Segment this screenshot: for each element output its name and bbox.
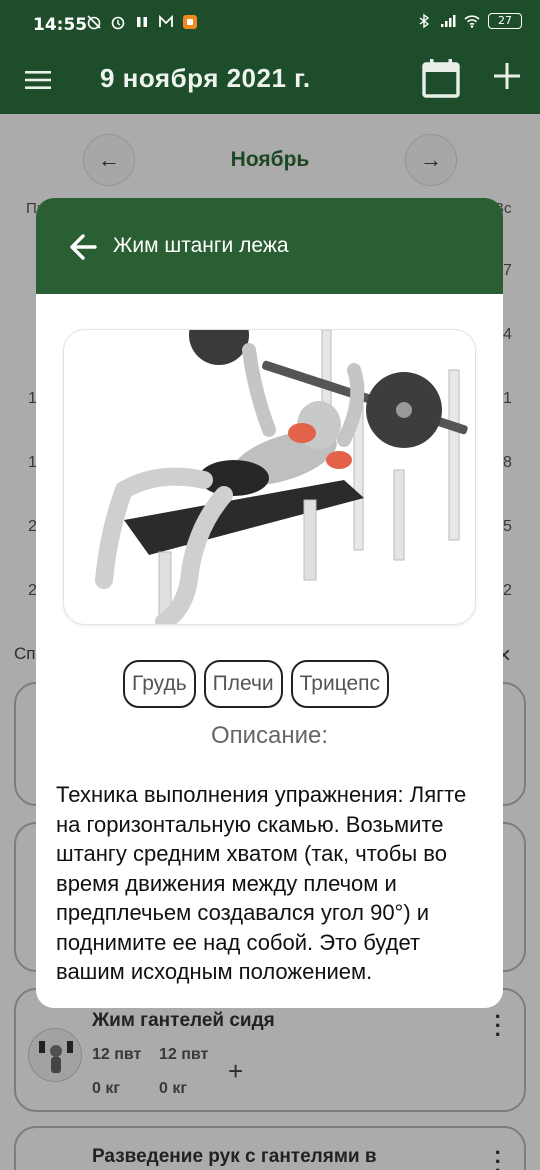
- bluetooth-icon: [419, 13, 430, 29]
- dialog-title: Жим штанги лежа: [113, 234, 289, 257]
- exercise-dialog: Жим штанги лежа Грудь Плечи Трицепс Опис…: [36, 198, 503, 1008]
- pause-icon: [137, 17, 147, 27]
- bench-press-illustration: [95, 330, 468, 624]
- mail-icon: [159, 14, 173, 27]
- app-title: 9 ноября 2021 г.: [100, 63, 311, 93]
- alarm-off-icon: [87, 15, 101, 30]
- description-label: Описание:: [210, 722, 329, 749]
- description-text: Техника выполнения упражнения: Лягте на …: [56, 782, 467, 984]
- status-bar: 14:55 27: [0, 0, 540, 48]
- app-notification-icon: [183, 15, 197, 29]
- tag-chest[interactable]: Грудь: [123, 660, 196, 708]
- status-time: 14:55: [33, 15, 88, 35]
- signal-icon: [441, 15, 456, 27]
- exercise-image: [63, 329, 476, 625]
- muscle-tags: Грудь Плечи Трицепс: [123, 660, 390, 708]
- tag-shoulders[interactable]: Плечи: [203, 660, 283, 708]
- battery-icon: 27: [488, 13, 522, 29]
- arrow-back-icon[interactable]: [68, 232, 98, 262]
- app-bar: 9 ноября 2021 г.: [0, 48, 540, 114]
- system-icons: 27: [416, 13, 522, 29]
- tag-triceps[interactable]: Трицепс: [290, 660, 390, 708]
- menu-icon[interactable]: [24, 66, 52, 94]
- alarm-icon: [111, 16, 125, 30]
- calendar-icon[interactable]: [421, 58, 461, 98]
- notification-icons: [86, 14, 198, 30]
- wifi-icon: [464, 15, 480, 28]
- plus-icon[interactable]: [491, 60, 523, 92]
- dialog-header: Жим штанги лежа: [36, 198, 503, 294]
